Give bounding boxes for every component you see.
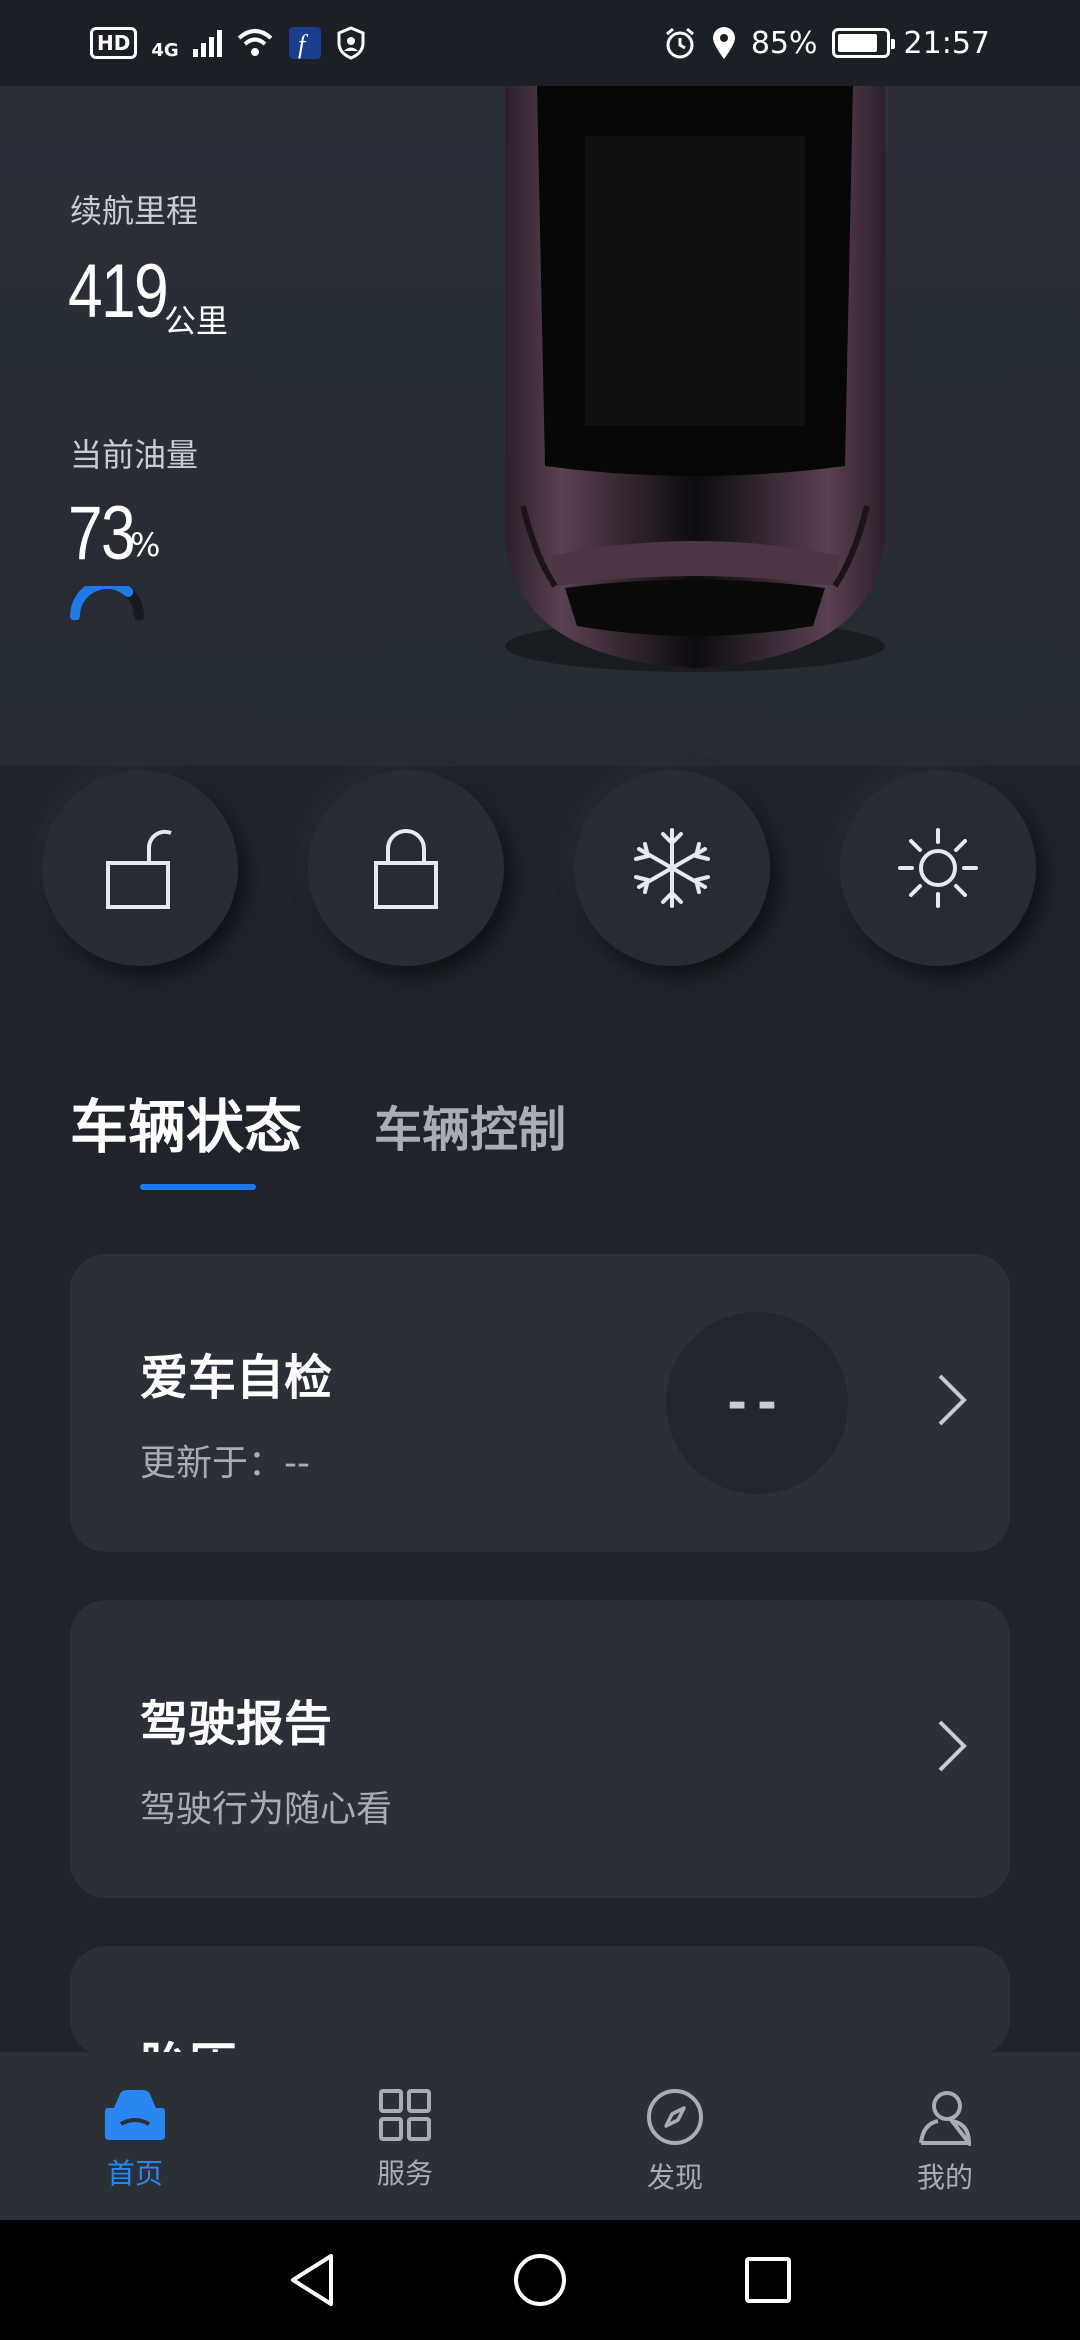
tab-bar: 车辆状态 车辆控制 xyxy=(70,1080,566,1190)
back-icon[interactable] xyxy=(287,2252,337,2308)
self-check-score: -- xyxy=(666,1312,848,1494)
status-right: 85% 21:57 xyxy=(663,26,990,61)
user-icon xyxy=(919,2091,972,2146)
nav-discover-label: 发现 xyxy=(646,2161,703,2194)
driving-report-title: 驾驶报告 xyxy=(140,1696,333,1752)
nav-services[interactable]: 服务 xyxy=(270,2052,540,2220)
fuel-gauge xyxy=(70,586,144,620)
tab-vehicle-status[interactable]: 车辆状态 xyxy=(70,1080,302,1190)
range-unit: 公里 xyxy=(164,302,229,340)
unlock-button[interactable] xyxy=(42,770,238,966)
signal-icon xyxy=(192,29,222,57)
nav-services-label: 服务 xyxy=(376,2157,433,2190)
network-type: 4G xyxy=(151,39,179,61)
system-navigation-bar xyxy=(0,2220,1080,2340)
tab-vehicle-control[interactable]: 车辆控制 xyxy=(374,1090,566,1164)
clock: 21:57 xyxy=(903,25,990,61)
fuel-unit: % xyxy=(130,526,161,564)
fuel-label: 当前油量 xyxy=(70,436,199,474)
nav-discover[interactable]: 发现 xyxy=(540,2052,810,2220)
ac-heat-button[interactable] xyxy=(840,770,1036,966)
tire-pressure-card[interactable]: 胎压 xyxy=(70,1946,1010,2056)
chevron-right-icon xyxy=(938,1720,967,1772)
lock-icon xyxy=(374,829,438,909)
location-icon xyxy=(712,27,735,59)
status-left: HD 4G f xyxy=(90,26,366,61)
car-top-view-image xyxy=(505,86,885,672)
status-bar: HD 4G f 85% 21:57 xyxy=(0,0,1080,86)
self-check-title: 爱车自检 xyxy=(140,1350,333,1406)
nav-home-label: 首页 xyxy=(106,2157,163,2190)
ac-cool-button[interactable] xyxy=(574,770,770,966)
sun-icon xyxy=(898,828,978,908)
wifi-icon xyxy=(237,29,272,56)
fuel-value: 73 xyxy=(68,491,136,576)
quick-actions xyxy=(0,770,1080,970)
bottom-nav: 首页 服务 发现 我的 xyxy=(0,2052,1080,2220)
self-check-card[interactable]: 爱车自检 更新于：-- -- xyxy=(70,1254,1010,1552)
car-icon xyxy=(105,2090,165,2140)
shield-icon xyxy=(337,26,365,60)
recents-icon[interactable] xyxy=(743,2255,793,2305)
range-label: 续航里程 xyxy=(70,192,199,230)
nav-mine-label: 我的 xyxy=(916,2161,973,2194)
self-check-updated: 更新于：-- xyxy=(140,1443,310,1484)
battery-percent: 85% xyxy=(750,25,818,61)
nav-mine[interactable]: 我的 xyxy=(810,2052,1080,2220)
unlock-icon xyxy=(106,829,172,909)
driving-report-subtitle: 驾驶行为随心看 xyxy=(140,1789,393,1830)
app-notification-icon: f xyxy=(288,27,321,59)
grid-icon xyxy=(379,2089,431,2141)
hd-badge: HD xyxy=(90,27,138,59)
alarm-icon xyxy=(665,27,694,59)
snowflake-icon xyxy=(634,828,710,908)
nav-home[interactable]: 首页 xyxy=(0,2052,270,2220)
home-icon[interactable] xyxy=(512,2252,568,2308)
lock-button[interactable] xyxy=(308,770,504,966)
range-value: 419 xyxy=(68,249,169,334)
compass-icon xyxy=(647,2089,703,2145)
chevron-right-icon xyxy=(938,1374,967,1426)
battery-icon xyxy=(831,28,895,58)
driving-report-card[interactable]: 驾驶报告 驾驶行为随心看 xyxy=(70,1600,1010,1898)
